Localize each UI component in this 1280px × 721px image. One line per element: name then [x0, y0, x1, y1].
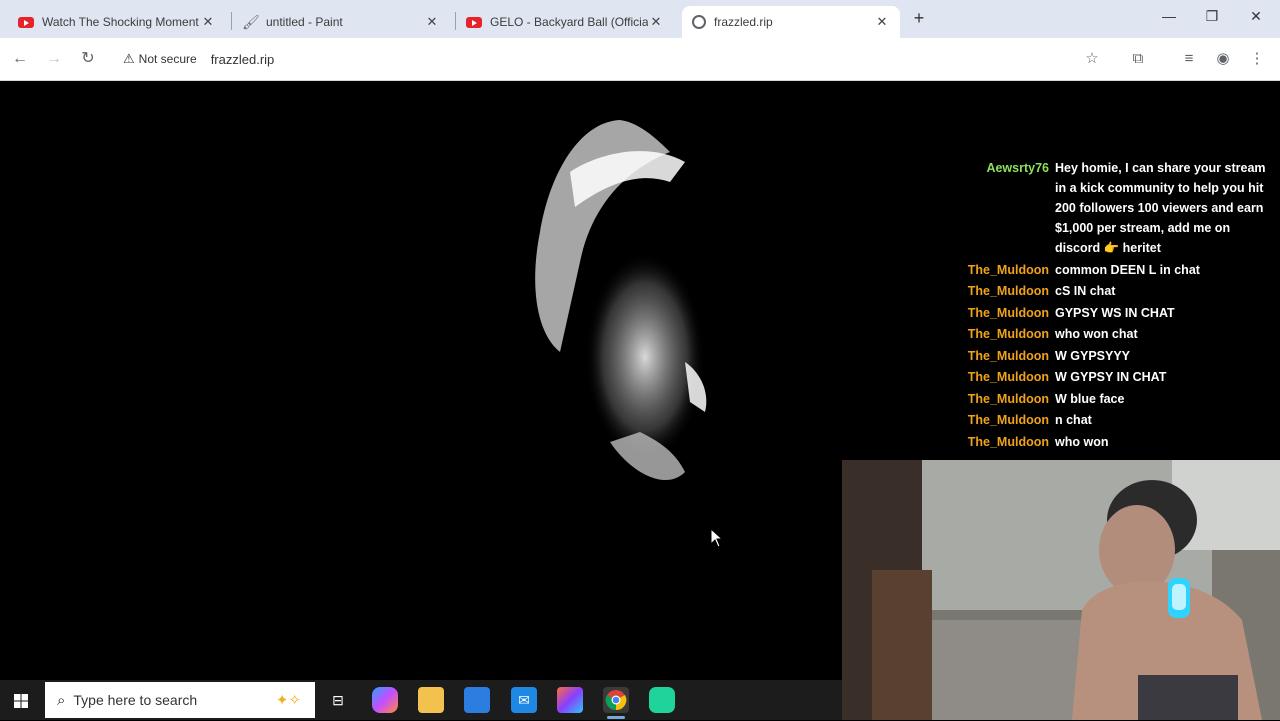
youtube-icon — [466, 16, 482, 28]
chrome-logo-icon — [605, 690, 627, 711]
chat-message: The_Muldoon n chat — [930, 410, 1275, 430]
obs-app-icon[interactable] — [649, 687, 675, 713]
tab-title: GELO - Backyard Ball (Official M — [490, 15, 648, 29]
bookmark-star-icon[interactable]: ☆ — [1082, 49, 1102, 69]
chat-username: The_Muldoon — [967, 305, 1049, 320]
chat-text: W GYPSYYY — [1055, 348, 1131, 363]
chat-text: cS IN chat — [1055, 284, 1116, 298]
chat-message: Aewsrty76 Hey homie, I can share your st… — [930, 158, 1275, 258]
reload-button[interactable]: ↻ — [77, 48, 99, 70]
chat-username: The_Muldoon — [967, 434, 1049, 449]
microsoft-store-icon[interactable] — [464, 687, 490, 713]
chat-username: The_Muldoon — [967, 284, 1049, 298]
cast-icon[interactable]: ⧉ — [1128, 49, 1148, 69]
chat-text: who won — [1055, 434, 1109, 449]
tab-title: frazzled.rip — [714, 15, 773, 29]
chat-text: common DEEN L in chat — [1055, 262, 1200, 277]
windows-start-icon[interactable] — [8, 688, 34, 714]
webcam-overlay — [842, 460, 1280, 720]
menu-icon[interactable]: ⋮ — [1247, 49, 1267, 69]
tab-frazzled[interactable]: frazzled.rip ✕ — [682, 6, 900, 38]
tab-youtube-shocking[interactable]: Watch The Shocking Moment H ✕ — [8, 6, 226, 38]
windows-taskbar: ⌕ Type here to search ✦✧ ⊟ ✉ — [0, 680, 842, 720]
chat-text: W blue face — [1055, 391, 1125, 406]
new-tab-button[interactable]: + — [908, 8, 930, 30]
youtube-icon — [18, 16, 34, 28]
chat-overlay: Aewsrty76 Hey homie, I can share your st… — [930, 158, 1275, 453]
chat-username: The_Muldoon — [967, 348, 1049, 363]
chat-message: The_Muldoon W blue face — [930, 389, 1275, 409]
chat-username: Aewsrty76 — [986, 161, 1049, 175]
chat-text: who won chat — [1055, 327, 1138, 341]
page-content: Aewsrty76 Hey homie, I can share your st… — [0, 82, 1280, 720]
profile-icon[interactable]: ◉ — [1213, 49, 1233, 69]
tab-bar: Watch The Shocking Moment H ✕ 🖌 untitled… — [0, 0, 1280, 38]
chat-text: n chat — [1055, 413, 1092, 427]
chat-text: Hey homie, I can share your stream in a … — [1055, 161, 1266, 255]
chat-message: The_Muldoon who won chat — [930, 324, 1275, 344]
task-view-icon[interactable]: ⊟ — [325, 687, 351, 713]
chat-username: The_Muldoon — [967, 262, 1049, 277]
media-controls-icon[interactable]: ≡ — [1179, 49, 1199, 69]
url-text[interactable]: frazzled.rip — [211, 52, 275, 67]
file-explorer-icon[interactable] — [418, 687, 444, 713]
chat-username: The_Muldoon — [967, 370, 1049, 384]
chat-message: The_Muldoon who won — [930, 432, 1275, 452]
close-icon[interactable]: ✕ — [424, 14, 440, 30]
close-icon[interactable]: ✕ — [874, 14, 890, 30]
chat-message: The_Muldoon GYPSY WS IN CHAT — [930, 303, 1275, 323]
mouse-cursor — [710, 528, 724, 548]
tab-gelo[interactable]: GELO - Backyard Ball (Official M ✕ — [456, 6, 674, 38]
chat-text: GYPSY WS IN CHAT — [1055, 305, 1175, 320]
tab-paint[interactable]: 🖌 untitled - Paint ✕ — [232, 6, 450, 38]
security-label[interactable]: Not secure — [139, 52, 197, 66]
back-button[interactable]: ← — [9, 48, 31, 70]
close-icon[interactable]: ✕ — [648, 14, 664, 30]
copilot-icon[interactable] — [372, 687, 398, 713]
paint-icon: 🖌 — [242, 14, 260, 30]
chat-message: The_Muldoon W GYPSY IN CHAT — [930, 367, 1275, 387]
mail-icon[interactable]: ✉ — [511, 687, 537, 713]
tab-title: Watch The Shocking Moment H — [42, 15, 200, 29]
address-bar[interactable]: ⚠ Not secure frazzled.rip — [113, 43, 1113, 75]
active-app-indicator — [607, 716, 625, 719]
forward-button[interactable]: → — [43, 48, 65, 70]
close-icon[interactable]: ✕ — [200, 14, 216, 30]
microsoft-365-icon[interactable] — [557, 687, 583, 713]
warning-icon[interactable]: ⚠ — [123, 51, 135, 67]
chat-username: The_Muldoon — [967, 413, 1049, 427]
restore-button[interactable]: ❐ — [1197, 8, 1227, 30]
sparkle-icon: ✦✧ — [275, 692, 301, 709]
chat-text: W GYPSY IN CHAT — [1055, 370, 1167, 384]
search-icon: ⌕ — [57, 691, 66, 709]
search-placeholder[interactable]: Type here to search — [73, 692, 197, 708]
minimize-button[interactable]: — — [1154, 8, 1184, 30]
chat-username: The_Muldoon — [967, 327, 1049, 341]
portrait-image — [535, 120, 707, 481]
chrome-icon[interactable] — [603, 687, 629, 713]
browser-toolbar: ← → ↻ ⚠ Not secure frazzled.rip ☆ ⧉ ≡ ◉ … — [0, 38, 1280, 81]
chat-message: The_Muldoon common DEEN L in chat — [930, 260, 1275, 280]
chat-username: The_Muldoon — [967, 391, 1049, 406]
taskbar-search-box[interactable]: ⌕ Type here to search ✦✧ — [45, 682, 315, 718]
globe-icon — [692, 15, 706, 29]
tab-title: untitled - Paint — [266, 15, 343, 29]
close-window-button[interactable]: ✕ — [1241, 8, 1271, 30]
chat-message: The_Muldoon W GYPSYYY — [930, 346, 1275, 366]
chat-message: The_Muldoon cS IN chat — [930, 281, 1275, 301]
